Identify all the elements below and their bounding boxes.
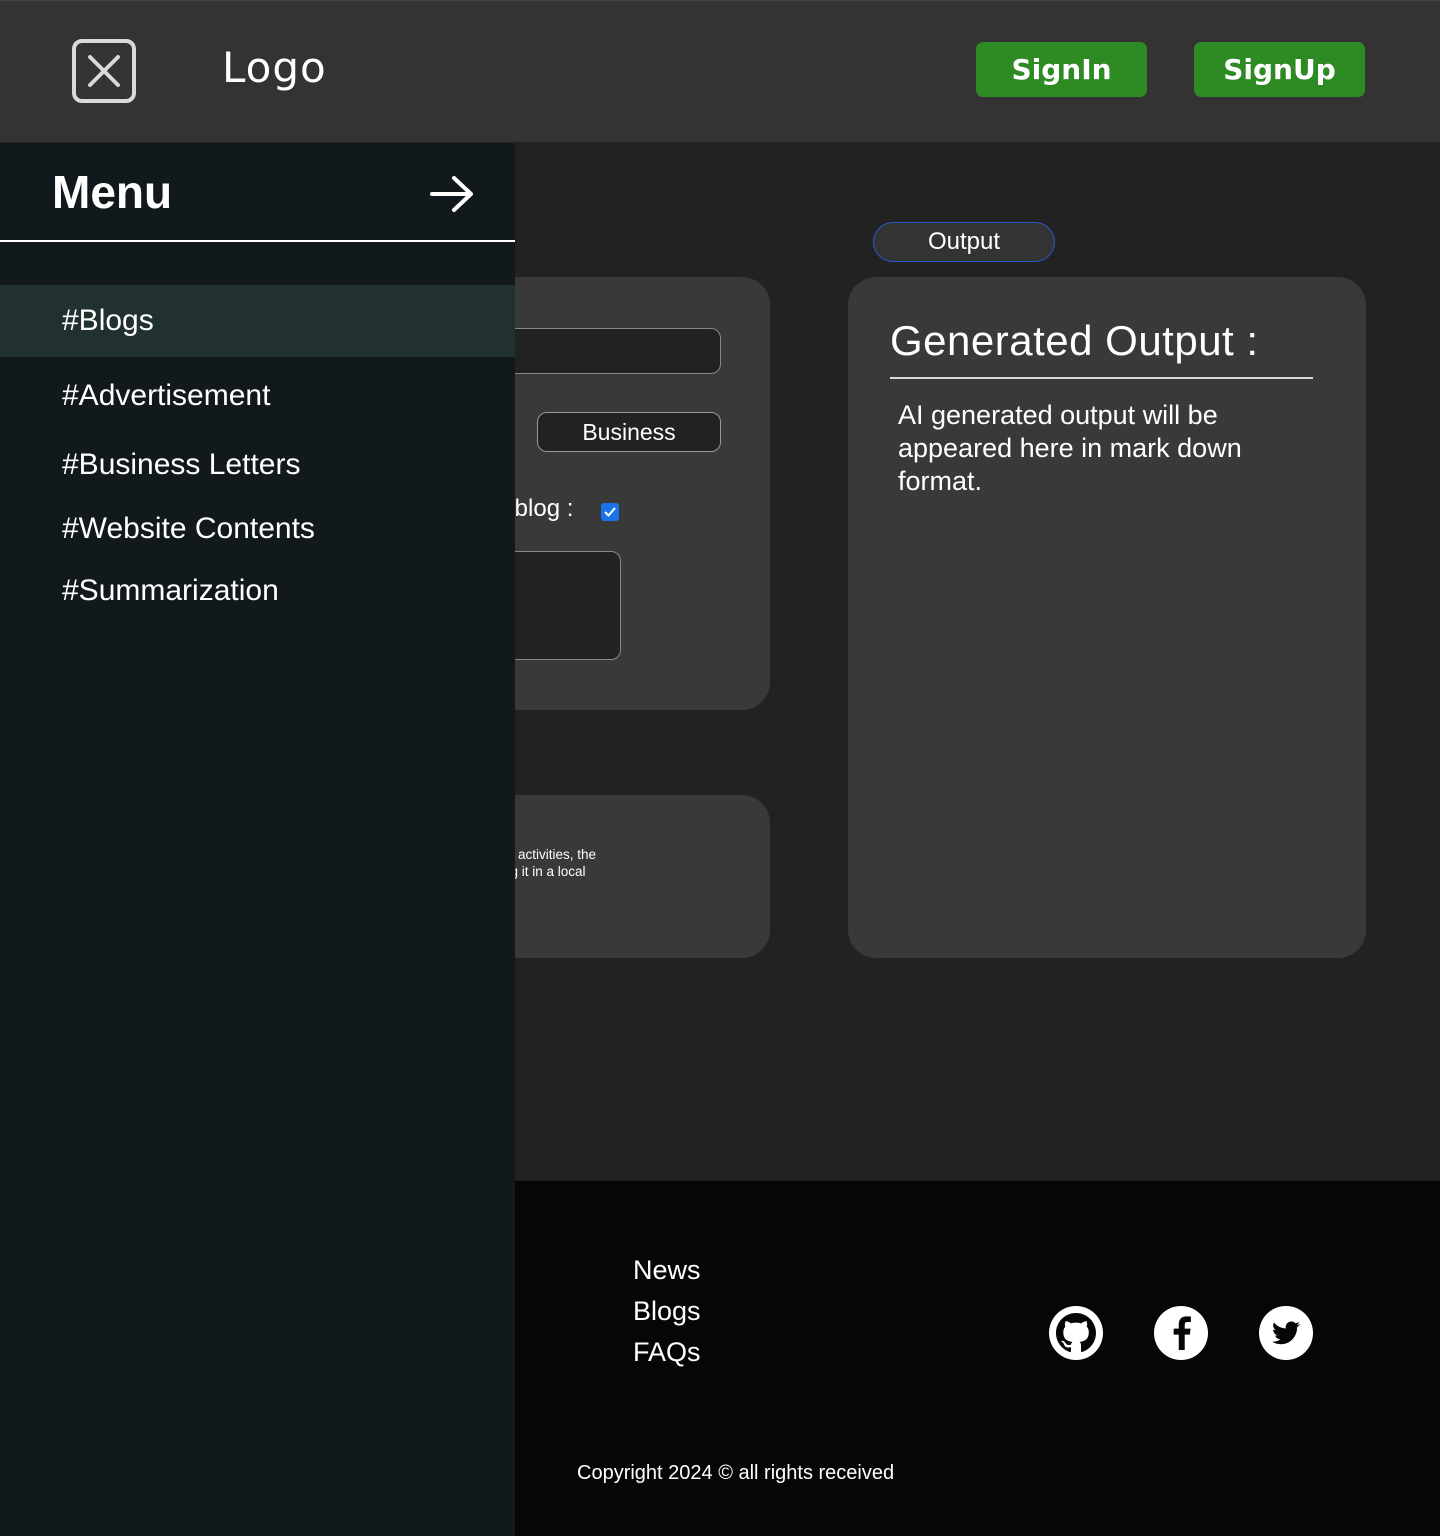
github-icon[interactable]	[1049, 1306, 1103, 1360]
close-icon	[88, 55, 120, 87]
twitter-icon[interactable]	[1259, 1306, 1313, 1360]
output-card: Generated Output : AI generated output w…	[848, 277, 1366, 958]
check-icon	[604, 507, 616, 517]
menu-item-blogs[interactable]: #Blogs	[0, 285, 515, 357]
arrow-right-icon[interactable]	[428, 173, 476, 220]
menu-item-business-letters[interactable]: #Business Letters	[0, 429, 515, 501]
signup-button[interactable]: SignUp	[1194, 42, 1365, 97]
output-tab[interactable]: Output	[873, 222, 1055, 262]
footer-link-news[interactable]: News	[633, 1250, 701, 1291]
side-menu: Menu #Blogs #Advertisement #Business Let…	[0, 143, 515, 1536]
prompt-input[interactable]	[500, 328, 721, 374]
blog-option-checkbox[interactable]	[601, 503, 619, 521]
close-menu-button[interactable]	[72, 39, 136, 103]
details-textarea[interactable]	[500, 551, 621, 660]
output-body: AI generated output will be appeared her…	[898, 400, 1242, 496]
header: Logo SignIn SignUp	[0, 0, 1440, 142]
menu-header: Menu	[0, 143, 515, 242]
menu-item-summarization[interactable]: #Summarization	[0, 555, 515, 627]
footer-link-faqs[interactable]: FAQs	[633, 1332, 701, 1373]
footer-link-blogs[interactable]: Blogs	[633, 1291, 701, 1332]
footer-links: News Blogs FAQs	[633, 1250, 701, 1373]
menu-item-advertisement[interactable]: #Advertisement	[0, 360, 515, 432]
facebook-icon[interactable]	[1154, 1306, 1208, 1360]
output-divider	[890, 377, 1313, 379]
copyright: Copyright 2024 © all rights received	[577, 1462, 895, 1484]
category-business-pill[interactable]: Business	[537, 412, 721, 452]
menu-title: Menu	[52, 166, 173, 218]
output-title: Generated Output :	[890, 317, 1259, 364]
logo[interactable]: Logo	[222, 43, 327, 92]
signin-button[interactable]: SignIn	[976, 42, 1147, 97]
